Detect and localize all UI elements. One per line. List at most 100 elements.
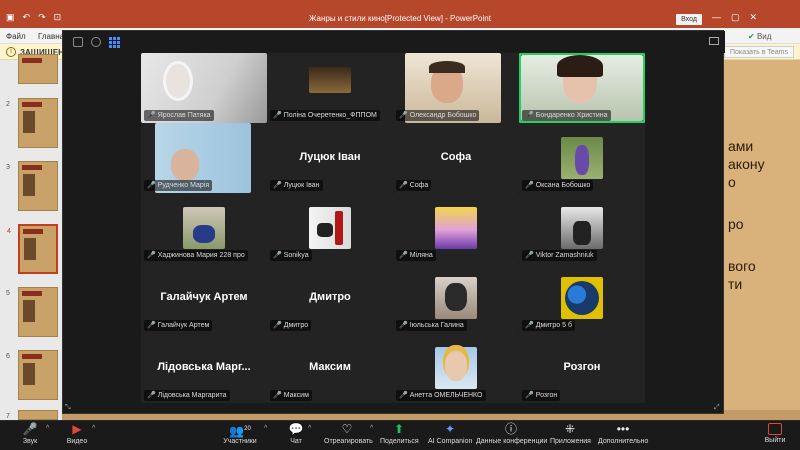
participant-tile[interactable]: Софа 🎤 Софа [393, 123, 519, 193]
participant-tile[interactable]: 🎤 Дмитро 5 б [519, 263, 645, 333]
participant-name-tag: 🎤 Галайчук Артем [144, 320, 213, 331]
participant-tile[interactable]: 🎤 Viktor Zamashniuk [519, 193, 645, 263]
meeting-info-button[interactable]: ⓘ Данные конференции [476, 423, 548, 446]
more-button[interactable]: ••• Дополнительно [598, 423, 648, 446]
mic-muted-icon: 🎤 [147, 392, 156, 399]
audio-button[interactable]: 🎤 Звук [18, 422, 42, 446]
participant-tile[interactable]: Галайчук Артем 🎤 Галайчук Артем [141, 263, 267, 333]
avatar [573, 221, 591, 245]
participant-name: Дмитро 5 б [535, 322, 572, 329]
participant-tile[interactable]: 🎤 Міляна [393, 193, 519, 263]
participant-tile[interactable]: Розгон 🎤 Розгон [519, 333, 645, 403]
chevron-up-icon[interactable]: ^ [264, 425, 267, 432]
view-menu[interactable]: ✔ Вид [748, 32, 771, 41]
slide-thumbnail-active[interactable]: 4 [7, 224, 58, 274]
mic-muted-icon: 🎤 [525, 112, 534, 119]
slide-thumbnail[interactable]: 2 [6, 98, 58, 148]
chevron-up-icon[interactable]: ^ [370, 425, 373, 432]
react-label: Отреагировать [324, 438, 373, 445]
avatar [335, 211, 343, 245]
slide-thumbnail[interactable]: 7 [6, 410, 58, 420]
participant-tile[interactable]: Максим 🎤 Максим [267, 333, 393, 403]
resize-handle-icon[interactable]: ⤡ [65, 404, 72, 411]
participant-tile[interactable]: 🎤 Поліна Очеретенко_ФППОМ [267, 53, 393, 123]
close-icon[interactable]: ✕ [750, 12, 758, 23]
tab-file[interactable]: Файл [6, 32, 26, 41]
participant-name: Міляна [409, 252, 433, 259]
mic-muted-icon: 🎤 [273, 392, 282, 399]
gallery-view-icon[interactable] [109, 37, 120, 48]
chevron-up-icon[interactable]: ^ [46, 425, 49, 432]
minimize-icon[interactable]: — [712, 12, 721, 23]
participant-name-tag: 🎤 Дмитро 5 б [522, 320, 575, 331]
leave-button[interactable]: Выйти [764, 423, 786, 444]
participant-tile[interactable]: 🎤 Хаджинова Мария 228 про [141, 193, 267, 263]
participant-name-tag: 🎤 Анетта ОМЕЛЬЧЕНКО [396, 390, 486, 401]
slide-text-line: ро [728, 216, 744, 232]
audio-label: Звук [22, 438, 38, 445]
participant-tile[interactable]: 🎤 Анетта ОМЕЛЬЧЕНКО [393, 333, 519, 403]
video-label: Видео [66, 438, 88, 445]
participant-display-name: Луцюк Іван [299, 151, 361, 163]
participants-button[interactable]: 👥20 Участники [222, 423, 258, 446]
chevron-up-icon[interactable]: ^ [308, 425, 311, 432]
mic-muted-icon: 🎤 [399, 112, 408, 119]
share-button[interactable]: ⬆ Поделиться [380, 422, 419, 446]
mic-muted-icon: 🎤 [273, 182, 282, 189]
avatar [435, 207, 477, 249]
participant-name: Максим [283, 392, 309, 399]
participant-name: Оксана Бобошко [535, 182, 591, 189]
participant-tile[interactable]: Лідовська Марг... 🎤 Лідовська Маргарита [141, 333, 267, 403]
video-button[interactable]: ▶ Видео [64, 423, 90, 446]
maximize-icon[interactable]: ▢ [731, 12, 740, 23]
mic-muted-icon: 🎤 [22, 422, 38, 436]
slide-thumbnail[interactable]: 5 [6, 287, 58, 337]
participant-tile[interactable]: Дмитро 🎤 Дмитро [267, 263, 393, 333]
participant-tile[interactable]: 🎤 Оксана Бобошко [519, 123, 645, 193]
participant-name: Sonikya [283, 252, 309, 259]
chevron-up-icon[interactable]: ^ [92, 425, 95, 432]
zoom-gallery-header [63, 31, 725, 53]
security-icon[interactable] [91, 37, 101, 47]
participant-tile[interactable]: 🎤 Олександр Бобошко [393, 53, 519, 123]
avatar [445, 283, 467, 311]
thumb-picture [23, 174, 35, 196]
view-label: Вид [756, 32, 772, 41]
participant-tile[interactable]: 🎤 Іюльська Галина [393, 263, 519, 333]
chat-button[interactable]: 💬 Чат [286, 423, 306, 446]
participant-tile[interactable]: 🎤 Рудченко Марія [141, 123, 267, 193]
tab-home[interactable]: Главна [38, 32, 64, 41]
slide-thumbnail[interactable]: 6 [6, 350, 58, 400]
info-icon[interactable] [73, 37, 83, 47]
participant-name-tag: 🎤 Ярослав Патяка [144, 110, 214, 121]
slide-thumbnail[interactable] [18, 54, 58, 84]
fullscreen-icon[interactable] [709, 37, 719, 45]
participant-tile[interactable]: 🎤 Ярослав Патяка [141, 53, 267, 123]
participant-tile-active-speaker[interactable]: 🎤 Бондаренко Христина [519, 53, 645, 123]
participant-name-tag: 🎤 Олександр Бобошко [396, 110, 480, 121]
apps-button[interactable]: ⁜ Приложения [550, 423, 591, 446]
participant-name: Анетта ОМЕЛЬЧЕНКО [409, 392, 483, 399]
participant-name: Рудченко Марія [157, 182, 210, 189]
heart-icon: ♡ [341, 422, 353, 436]
participant-tile[interactable]: Луцюк Іван 🎤 Луцюк Іван [267, 123, 393, 193]
mic-muted-icon: 🎤 [273, 322, 282, 329]
slide-text-line: ами [728, 138, 754, 154]
signin-button[interactable]: Вход [676, 14, 702, 25]
ai-companion-button[interactable]: ✦ AI Companion [428, 423, 472, 446]
share-screen-icon: ⬆ [393, 422, 405, 436]
resize-handle-icon[interactable]: ⤢ [714, 404, 721, 411]
powerpoint-titlebar: ▣ ↶ ↷ ⊡ Жанры и стили кино[Protected Vie… [0, 0, 800, 28]
leave-icon [768, 423, 782, 435]
avatar [193, 225, 215, 243]
react-button[interactable]: ♡ Отреагировать [324, 422, 373, 446]
show-in-teams-button[interactable]: Показать в Teams [724, 46, 794, 58]
info-label: Данные конференции [476, 438, 548, 445]
mic-muted-icon: 🎤 [147, 182, 156, 189]
participant-name-tag: 🎤 Іюльська Галина [396, 320, 467, 331]
slide-thumbnail[interactable]: 3 [6, 161, 58, 211]
mic-muted-icon: 🎤 [147, 322, 156, 329]
slide-text-line: акону [728, 156, 765, 172]
participant-tile[interactable]: 🎤 Sonikya [267, 193, 393, 263]
slide-canvas[interactable] [724, 60, 800, 420]
